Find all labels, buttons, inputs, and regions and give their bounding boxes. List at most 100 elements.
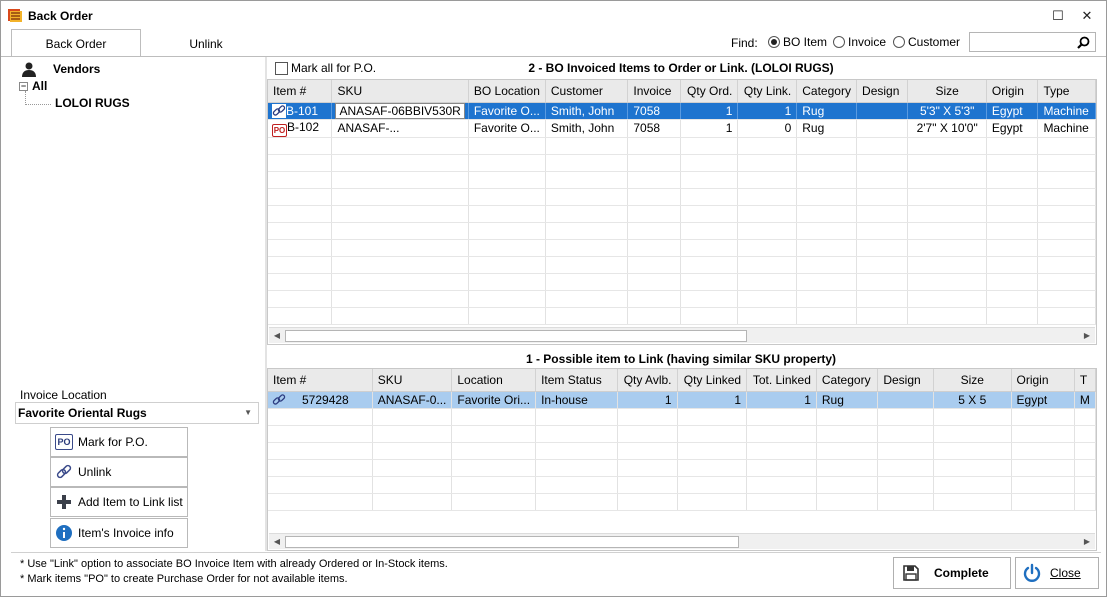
empty-row <box>268 222 1096 240</box>
cell[interactable]: Favorite O... <box>468 102 546 120</box>
cell[interactable]: 7058 <box>627 119 681 138</box>
column-header[interactable]: Qty Avlb. <box>617 369 678 392</box>
column-header[interactable]: BO Location <box>468 80 546 103</box>
find-customer-radio[interactable]: Customer <box>893 35 960 49</box>
horizontal-scrollbar[interactable]: ◀ ▶ <box>269 327 1095 343</box>
column-header[interactable]: Location <box>451 369 537 392</box>
radio-circle <box>833 36 845 48</box>
table-row[interactable]: 5729428 ANASAF-0... Favorite Ori... In-h… <box>268 391 1096 409</box>
cell[interactable]: 5'3" X 5'3" <box>907 102 987 120</box>
find-bo-item-radio[interactable]: BO Item <box>768 35 827 49</box>
empty-row <box>268 137 1096 155</box>
find-invoice-radio[interactable]: Invoice <box>833 35 886 49</box>
cell[interactable]: 1 <box>680 119 739 138</box>
tab-back-order[interactable]: Back Order <box>11 29 141 57</box>
scroll-left-icon[interactable]: ◀ <box>270 329 284 343</box>
column-header[interactable]: T <box>1074 369 1096 392</box>
items-invoice-info-button[interactable]: Item's Invoice info <box>50 518 188 548</box>
cell[interactable]: 1 <box>677 391 748 409</box>
item-cell[interactable]: PO B-102 <box>268 119 333 138</box>
cell[interactable]: 1 <box>746 391 817 409</box>
cell[interactable]: 1 <box>680 102 739 120</box>
item-cell[interactable]: 5729428 <box>268 391 373 409</box>
column-header[interactable]: Item # <box>268 369 373 392</box>
cell[interactable]: ANASAF-... <box>331 119 469 138</box>
cell[interactable]: 5 X 5 <box>933 391 1012 409</box>
column-header[interactable]: Qty Ord. <box>680 80 739 103</box>
invoice-location-value: Favorite Oriental Rugs <box>18 406 147 420</box>
cell[interactable]: Rug <box>816 391 879 409</box>
search-input[interactable] <box>969 32 1096 52</box>
scroll-left-icon[interactable]: ◀ <box>270 535 284 549</box>
cell-text: B-102 <box>287 119 320 134</box>
tree-node-loloi-rugs[interactable]: LOLOI RUGS <box>55 96 130 110</box>
column-header[interactable]: Size <box>933 369 1012 392</box>
invoice-location-select[interactable]: Favorite Oriental Rugs ▼ <box>15 402 259 424</box>
cell[interactable]: 1 <box>617 391 678 409</box>
cell[interactable]: Rug <box>796 119 858 138</box>
table-row[interactable]: PO B-102 ANASAF-... Favorite O... Smith, … <box>268 119 1096 138</box>
cell[interactable]: Egypt <box>1011 391 1075 409</box>
save-icon <box>903 565 919 581</box>
cell[interactable]: Smith, John <box>545 102 629 120</box>
cell[interactable]: 2'7" X 10'0" <box>907 119 987 138</box>
button-label: Close <box>1050 566 1081 580</box>
sku-cell-editor[interactable]: ANASAF-06BBIV530R <box>335 102 465 119</box>
cell[interactable] <box>856 119 909 138</box>
cell[interactable]: Egypt <box>986 102 1039 120</box>
collapse-icon[interactable]: − <box>19 81 28 91</box>
scrollbar-thumb[interactable] <box>285 536 739 548</box>
button-label: Item's Invoice info <box>78 526 174 540</box>
cell[interactable]: In-house <box>535 391 618 409</box>
cell[interactable]: Machine <box>1037 119 1096 138</box>
mark-for-po-button[interactable]: PO Mark for P.O. <box>50 427 188 457</box>
cell[interactable]: ANASAF-0... <box>372 391 453 409</box>
mark-all-for-po-checkbox[interactable]: Mark all for P.O. <box>275 61 376 75</box>
cell[interactable]: Egypt <box>986 119 1039 138</box>
close-window-icon[interactable]: ✕ <box>1077 6 1097 26</box>
column-header[interactable]: Design <box>877 369 934 392</box>
column-header[interactable]: Type <box>1037 80 1096 103</box>
column-header[interactable]: Item Status <box>535 369 618 392</box>
search-icon[interactable] <box>1077 36 1090 49</box>
column-header[interactable]: Size <box>907 80 987 103</box>
unlink-button[interactable]: Unlink <box>50 457 188 487</box>
cell[interactable]: 1 <box>737 102 798 120</box>
scrollbar-thumb[interactable] <box>285 330 747 342</box>
maximize-icon[interactable]: ☐ <box>1048 6 1068 26</box>
column-header[interactable]: SKU <box>331 80 469 103</box>
column-header[interactable]: Tot. Linked <box>746 369 817 392</box>
cell[interactable] <box>856 102 909 120</box>
scroll-right-icon[interactable]: ▶ <box>1080 535 1094 549</box>
horizontal-scrollbar[interactable]: ◀ ▶ <box>269 533 1095 549</box>
close-button[interactable]: Close <box>1015 557 1099 589</box>
cell[interactable]: 0 <box>737 119 798 138</box>
column-header[interactable]: Qty Link. <box>737 80 798 103</box>
column-header[interactable]: Qty Linked <box>677 369 748 392</box>
cell[interactable]: Rug <box>796 102 858 120</box>
table-row[interactable]: B-101 ANASAF-06BBIV530R Favorite O... Sm… <box>268 102 1096 120</box>
column-header[interactable]: Customer <box>545 80 629 103</box>
column-header[interactable]: Design <box>856 80 909 103</box>
column-header[interactable]: SKU <box>372 369 453 392</box>
scroll-right-icon[interactable]: ▶ <box>1080 329 1094 343</box>
cell[interactable]: Favorite Ori... <box>451 391 537 409</box>
column-header[interactable]: Origin <box>1011 369 1075 392</box>
column-header[interactable]: Category <box>796 80 858 103</box>
sku-cell[interactable]: ANASAF-06BBIV530R <box>331 102 469 120</box>
item-cell[interactable]: B-101 <box>268 102 333 120</box>
column-header[interactable]: Invoice <box>627 80 681 103</box>
tab-unlink[interactable]: Unlink <box>141 30 271 58</box>
cell[interactable] <box>877 391 934 409</box>
complete-button[interactable]: Complete <box>893 557 1011 589</box>
cell[interactable]: Smith, John <box>545 119 629 138</box>
cell[interactable]: 7058 <box>627 102 681 120</box>
cell[interactable]: Favorite O... <box>468 119 546 138</box>
column-header[interactable]: Item # <box>268 80 333 103</box>
column-header[interactable]: Category <box>816 369 879 392</box>
cell[interactable]: M <box>1074 391 1096 409</box>
column-header[interactable]: Origin <box>986 80 1039 103</box>
add-item-to-link-list-button[interactable]: Add Item to Link list <box>50 487 188 517</box>
cell[interactable]: Machine <box>1037 102 1096 120</box>
checkbox-box <box>275 61 288 75</box>
